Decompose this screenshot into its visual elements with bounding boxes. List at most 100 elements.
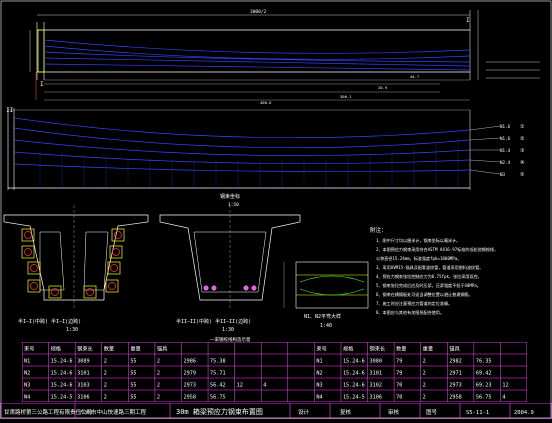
note-7: 6、钢束在横隔板处可适当调整位置以避让普通钢筋。 xyxy=(376,291,473,297)
tendon-label-4: N2.4 xyxy=(500,160,511,165)
table-cell: 4 xyxy=(263,382,266,388)
table-cell: 15.24-6 xyxy=(51,358,73,364)
elevation-view: 3000/2 I I 44.7 20.9 300.1 400.6 xyxy=(29,9,540,105)
table-cell: 15.24-6 xyxy=(343,370,365,376)
table-cell: 2 xyxy=(104,382,107,388)
cad-canvas[interactable]: 3000/2 I I 44.7 20.9 300.1 400.6 II N1.6… xyxy=(0,0,552,419)
table-header-cell: 束号 xyxy=(316,345,326,352)
note-5: 4、预应力钢束张拉控制应力为0.75fpk，张拉采用双控。 xyxy=(376,273,482,279)
section-ii-view: 半II—II(中跨) 半II—II(边跨) 1:30 一束钢绞线构造示意 xyxy=(159,205,301,343)
quantity-table: 束号 规格 钢束长 数量 重量 锚具 束号 规格 钢束长 数量 重量 锚具 N1 15.24-6 3089 2… xyxy=(22,342,527,402)
table-cell: 76.35 xyxy=(476,358,492,364)
table-cell: 55 xyxy=(130,382,136,388)
table-cell: 12 xyxy=(502,382,508,388)
table-cell: 2986 xyxy=(183,358,196,364)
table-cell: 2 xyxy=(157,370,160,376)
table-cell: 3080 xyxy=(370,358,383,364)
mark-2: ② xyxy=(520,136,525,142)
mark-3: ③ xyxy=(520,148,525,154)
note-1: 1、图中尺寸均以厘米计，钢束坐标以毫米计。 xyxy=(376,237,460,243)
table-header-cell: 数量 xyxy=(396,344,406,352)
review-label: 复核 xyxy=(340,408,352,416)
table-cell: N1 xyxy=(316,358,322,364)
table-cell: 2 xyxy=(423,394,426,400)
table-cell: 15.24-6 xyxy=(343,382,365,388)
dim-top: 3000/2 xyxy=(250,9,267,15)
mark-4: ④ xyxy=(520,160,525,166)
tendon-label-1: N1.6 xyxy=(500,124,511,129)
note-8: 7、施工时应注意预应力管道的定位准确。 xyxy=(376,300,452,306)
table-cell: 2 xyxy=(157,382,160,388)
plan-scale: 1:50 xyxy=(228,202,239,208)
table-cell: 56.75 xyxy=(476,394,492,400)
table-cell: N3 xyxy=(316,382,322,388)
table-header-cell: 数量 xyxy=(104,344,114,352)
table-cell: 55 xyxy=(130,358,136,364)
table-cell: 3103 xyxy=(77,382,90,388)
table-cell: 2 xyxy=(423,370,426,376)
table-cell: 70 xyxy=(396,382,402,388)
table-cell: 3106 xyxy=(370,394,383,400)
table-cell: 55 xyxy=(130,394,136,400)
table-cell: 2958 xyxy=(449,394,462,400)
table-cell: 79 xyxy=(396,370,402,376)
mark-5: ⑤ xyxy=(520,172,525,178)
table-header-cell: 锚具 xyxy=(157,344,167,352)
note-3: 公称直径15.24mm，标准强度fpk=1860MPa。 xyxy=(376,255,461,261)
tendon-label-2: N1.6 xyxy=(500,136,511,141)
table-cell: 56.75 xyxy=(210,394,226,400)
drawing-no-label: 图号 xyxy=(426,408,438,416)
table-cell: 2 xyxy=(423,358,426,364)
table-cell: 15.24-5 xyxy=(343,394,365,400)
table-cell: N1 xyxy=(24,358,30,364)
drawing-no: S5-11-1 xyxy=(466,410,489,416)
table-cell: 3101 xyxy=(77,370,90,376)
table-header-cell: 钢束长 xyxy=(370,344,386,352)
table-cell: 75.38 xyxy=(210,358,226,364)
tendon-label-3: N1.4 xyxy=(500,148,511,153)
mark-1: ① xyxy=(520,124,525,130)
table-cell: 2979 xyxy=(183,370,196,376)
table-cell: 79 xyxy=(396,358,402,364)
check-label: 审核 xyxy=(388,408,400,416)
table-header-cell: 钢束长 xyxy=(77,344,93,352)
table-cell: 15.24-6 xyxy=(343,358,365,364)
table-cell: 4 xyxy=(502,394,505,400)
table-header-cell: 束号 xyxy=(24,345,34,352)
note-6: 5、钢束张拉完成后应及时压浆，压浆强度不低于40MPa。 xyxy=(376,282,481,288)
drawing-date: 2004.9 xyxy=(514,410,534,416)
tendon-coordinate-view: II N1.6 N1.6 N1.4 N2.4 N3 ① ② ③ ④ ⑤ 钢束坐标… xyxy=(6,107,525,208)
table-header-cell: 重量 xyxy=(130,344,140,352)
title-bar: 甘肃路桥第三公路工程有限责任公司 广州市中山快速路三期工程 30m 箱梁预应力钢… xyxy=(0,403,552,419)
table-cell: N2 xyxy=(24,370,30,376)
table-cell: 3106 xyxy=(77,394,90,400)
section-i-caption: 半I—I(中跨) 半I—I(边跨) xyxy=(18,318,81,325)
table-cell: 2 xyxy=(157,394,160,400)
table-cell: 15.24-5 xyxy=(51,394,73,400)
section-ii-caption: 半II—II(中跨) 半II—II(边跨) xyxy=(176,318,251,325)
table-cell: 2 xyxy=(104,370,107,376)
note-9: 8、本图应与其他有关图纸配合使用。 xyxy=(376,309,444,315)
table-cell: 3101 xyxy=(370,370,383,376)
table-cell: 2982 xyxy=(449,358,462,364)
table-cell: 2958 xyxy=(183,394,196,400)
label-i-left: I xyxy=(40,81,44,88)
table-cell: 2973 xyxy=(449,382,462,388)
tendon-label-5: N3 xyxy=(500,172,506,177)
bend-detail-view: N1、N2平弯大样 1:40 xyxy=(283,261,369,329)
section-i-scale: 1:30 xyxy=(66,327,78,333)
table-cell: N4 xyxy=(316,394,322,400)
table-cell: 70 xyxy=(396,394,402,400)
table-cell: N3 xyxy=(24,382,30,388)
org-name: 甘肃路桥第三公路工程有限责任公司 xyxy=(4,408,92,416)
table-cell: 55 xyxy=(130,370,136,376)
design-label: 设计 xyxy=(298,408,310,416)
note-2: 2、本图预应力钢束采用符合ASTM A416-97标准的低松弛钢绞线， xyxy=(376,246,498,252)
dim-4: 400.6 xyxy=(260,100,272,105)
note-4: 3、采用OVM15-锚具及配套波纹管，管道采用塑料波纹管。 xyxy=(376,264,483,270)
table-cell: 2 xyxy=(423,382,426,388)
table-header-cell: 规格 xyxy=(343,344,354,352)
table-header-cell: 重量 xyxy=(423,344,433,352)
table-cell: 15.24-6 xyxy=(51,382,73,388)
table-cell: 75.71 xyxy=(210,370,226,376)
